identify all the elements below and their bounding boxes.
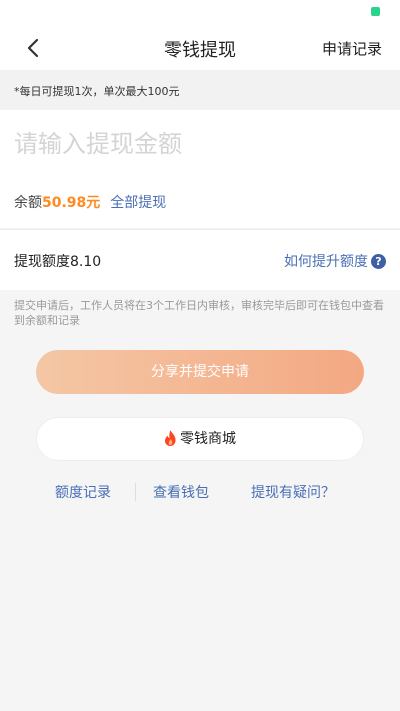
- notice-text: *每日可提现1次，单次最大100元: [14, 85, 180, 98]
- balance-row: 余额50.98元 全部提现: [14, 192, 166, 212]
- amount-card: 余额50.98元全部提现: [0, 110, 400, 228]
- apply-records-link[interactable]: 申请记录: [322, 38, 382, 59]
- question-icon: ?: [371, 253, 386, 269]
- divider: [135, 483, 136, 501]
- nav-bar: 零钱提现 申请记录: [0, 24, 400, 70]
- back-button[interactable]: [20, 34, 48, 62]
- withdraw-question-link[interactable]: 提现有疑问？: [251, 482, 335, 502]
- notice-bar: *每日可提现1次，单次最大100元: [0, 70, 400, 110]
- status-bar: [0, 0, 400, 24]
- mall-button-label: 零钱商城: [180, 431, 236, 447]
- chevron-left-icon: [27, 38, 39, 58]
- quota-card: 提现额度8.10 如何提升额度 ?: [0, 229, 400, 290]
- balance-label: 余额: [14, 195, 42, 211]
- amount-input[interactable]: [14, 124, 374, 164]
- bottom-links: 额度记录 查看钱包 提现有疑问？: [0, 480, 400, 504]
- view-wallet-link[interactable]: 查看钱包: [153, 482, 209, 502]
- quota-records-link[interactable]: 额度记录: [55, 482, 111, 502]
- quota-help-link[interactable]: 如何提升额度 ?: [284, 251, 386, 271]
- quota-help-label: 如何提升额度: [284, 254, 368, 270]
- quota-label: 提现额度8.10: [14, 254, 102, 270]
- fire-icon: [164, 429, 176, 446]
- withdraw-all-link[interactable]: 全部提现: [110, 195, 166, 211]
- description-text: 提交申请后，工作人员将在3个工作日内审核，审核完毕后即可在钱包中查看到余额和记录: [14, 299, 384, 327]
- balance-value: 50.98元: [42, 195, 101, 211]
- mall-button[interactable]: 零钱商城: [36, 417, 364, 461]
- share-submit-button[interactable]: 分享并提交申请: [36, 350, 364, 394]
- status-indicator-icon: [371, 7, 380, 16]
